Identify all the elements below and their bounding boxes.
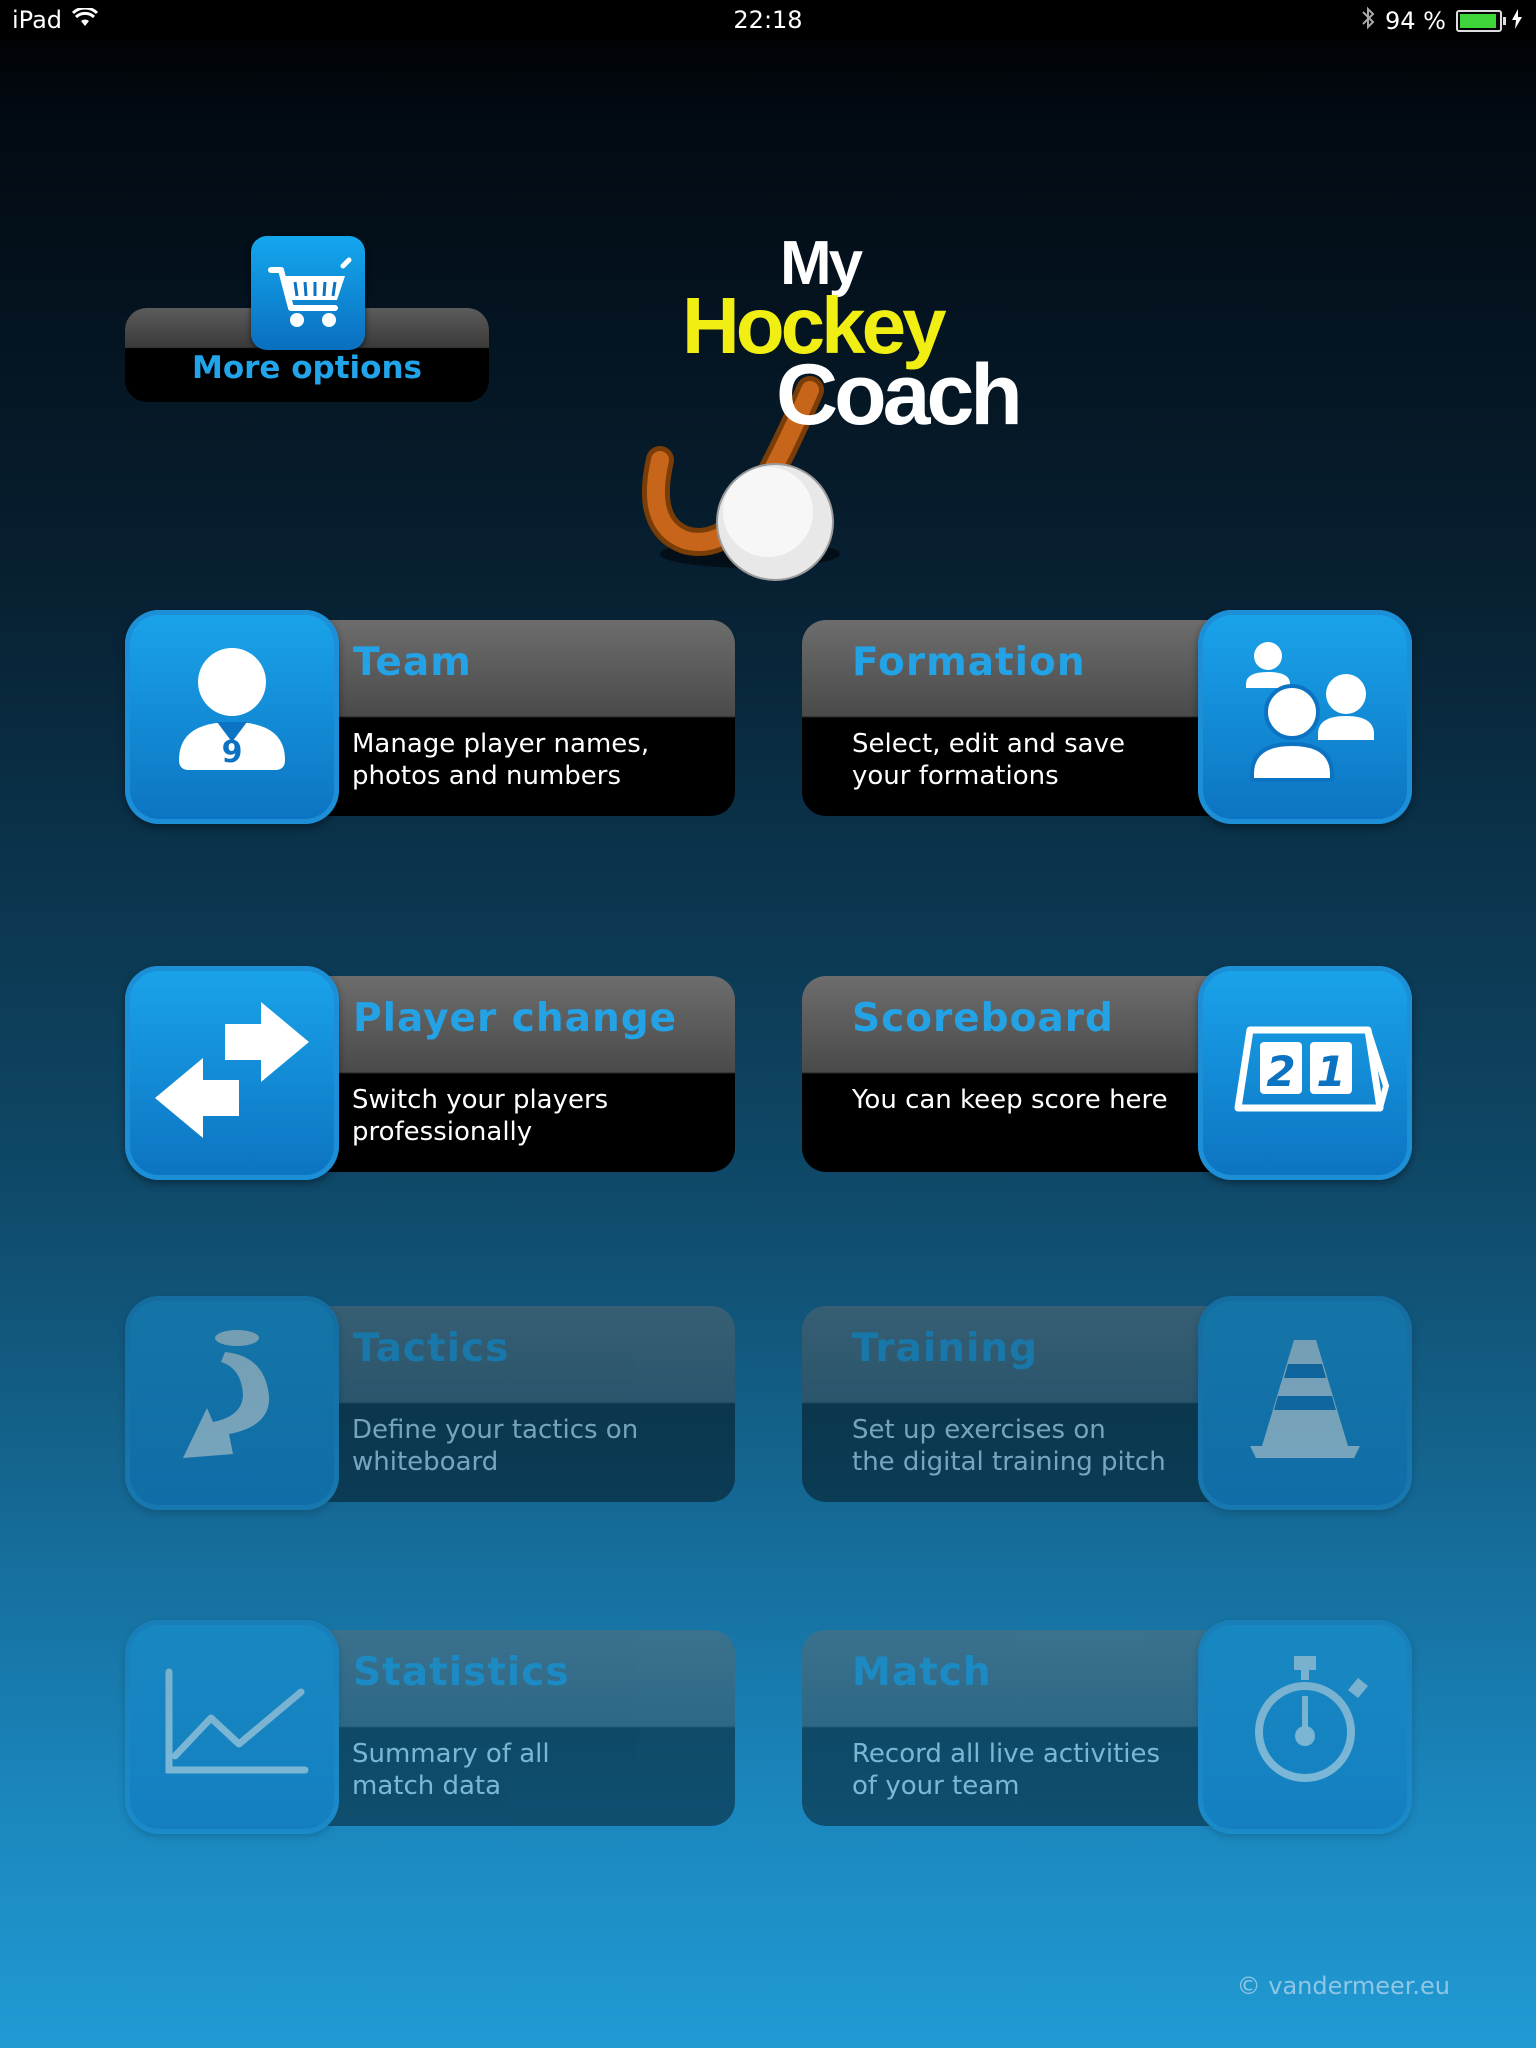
copyright-text: © vandermeer.eu bbox=[1236, 1972, 1450, 2000]
tile-statistics[interactable]: Statistics Summary of all match data bbox=[125, 1620, 735, 1834]
tactics-arrow-icon bbox=[125, 1296, 339, 1510]
more-options-button[interactable]: More options bbox=[125, 236, 489, 402]
player-icon: 9 bbox=[125, 610, 339, 824]
tile-description: Set up exercises on the digital training… bbox=[852, 1415, 1166, 1477]
line-chart-icon bbox=[125, 1620, 339, 1834]
app-logo: My Hockey Coach bbox=[600, 220, 1023, 600]
tile-description: Define your tactics on whiteboard bbox=[352, 1415, 639, 1477]
score-right: 1 bbox=[1316, 1047, 1345, 1096]
score-left: 2 bbox=[1266, 1047, 1295, 1096]
logo-line-coach: Coach bbox=[776, 347, 1023, 443]
tile-scoreboard[interactable]: 2 1 Scoreboard You can keep score here bbox=[802, 966, 1412, 1180]
battery-icon bbox=[1456, 10, 1506, 32]
stopwatch-icon bbox=[1198, 1620, 1412, 1834]
more-options-label: More options bbox=[191, 350, 422, 386]
tile-title: Match bbox=[852, 1650, 992, 1695]
jersey-number: 9 bbox=[222, 735, 243, 770]
tile-team[interactable]: 9 Team Manage player names, photos and n… bbox=[125, 610, 735, 824]
tile-title: Team bbox=[353, 640, 472, 685]
tile-description: Select, edit and save your formations bbox=[852, 729, 1125, 791]
tile-tactics[interactable]: Tactics Define your tactics on whiteboar… bbox=[125, 1296, 735, 1510]
tile-title: Scoreboard bbox=[852, 996, 1114, 1041]
status-bar: iPad 22:18 94 % bbox=[0, 0, 1536, 40]
tile-title: Formation bbox=[852, 640, 1086, 685]
tile-title: Player change bbox=[353, 996, 678, 1041]
battery-percent: 94 % bbox=[1385, 7, 1446, 35]
tile-description: Record all live activities of your team bbox=[852, 1739, 1161, 1801]
tile-match[interactable]: Match Record all live activities of your… bbox=[802, 1620, 1412, 1834]
tile-formation[interactable]: Formation Select, edit and save your for… bbox=[802, 610, 1412, 824]
shopping-cart-icon bbox=[251, 236, 365, 350]
charging-icon bbox=[1512, 7, 1522, 35]
cone-icon bbox=[1198, 1296, 1412, 1510]
status-time: 22:18 bbox=[733, 6, 803, 34]
tile-description: Manage player names, photos and numbers bbox=[352, 729, 650, 791]
tile-description: You can keep score here bbox=[852, 1085, 1168, 1115]
tile-title: Statistics bbox=[353, 1650, 570, 1695]
bluetooth-icon bbox=[1361, 6, 1375, 36]
tile-title: Training bbox=[852, 1326, 1039, 1371]
scoreboard-icon: 2 1 bbox=[1198, 966, 1412, 1180]
swap-arrows-icon bbox=[125, 966, 339, 1180]
tile-description: Summary of all match data bbox=[352, 1739, 550, 1801]
group-icon bbox=[1198, 610, 1412, 824]
tile-title: Tactics bbox=[353, 1326, 510, 1371]
tile-description: Switch your players professionally bbox=[352, 1085, 609, 1147]
tile-training[interactable]: Training Set up exercises on the digital… bbox=[802, 1296, 1412, 1510]
tile-player-change[interactable]: Player change Switch your players profes… bbox=[125, 966, 735, 1180]
